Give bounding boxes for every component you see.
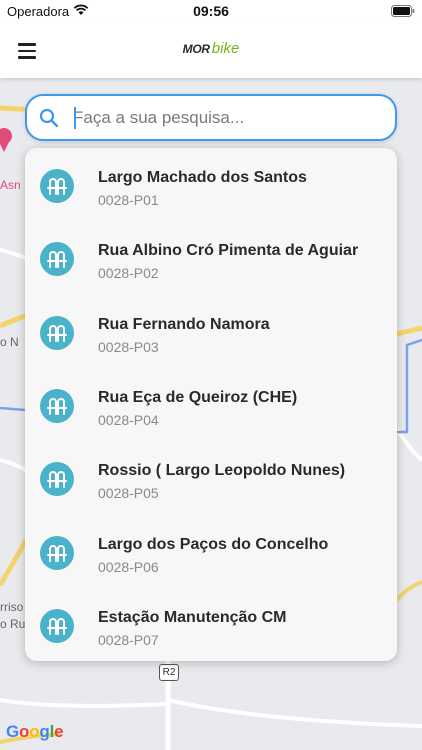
map-label: Asn: [0, 178, 21, 192]
result-name: Rua Fernando Namora: [98, 315, 270, 333]
status-time: 09:56: [193, 3, 229, 19]
result-name: Rua Albino Cró Pimenta de Aguiar: [98, 242, 359, 260]
result-item-6[interactable]: Largo dos Paços do Concelho 0028-P06: [25, 519, 397, 592]
result-item-5[interactable]: Rossio ( Largo Leopoldo Nunes) 0028-P05: [25, 445, 397, 518]
result-name: Largo dos Paços do Concelho: [98, 535, 329, 553]
bike-rack-icon: [40, 315, 74, 350]
result-code: 0028-P07: [98, 631, 159, 648]
bike-rack-icon: [40, 462, 74, 497]
logo-letter: G: [6, 722, 20, 741]
bike-rack-icon: [40, 242, 74, 277]
brand-logo: MOR bike: [0, 40, 422, 57]
result-item-4[interactable]: Rua Eça de Queiroz (CHE) 0028-P04: [25, 372, 397, 445]
result-item-1[interactable]: Largo Machado dos Santos 0028-P01: [25, 152, 397, 225]
result-code: 0028-P01: [98, 192, 159, 208]
result-name: Rua Eça de Queiroz (CHE): [98, 388, 298, 406]
google-logo: Google: [6, 722, 64, 742]
logo-letter: e: [54, 722, 64, 741]
bike-rack-icon: [40, 608, 74, 643]
result-item-7[interactable]: Estação Manutenção CM 0028-P07: [25, 592, 397, 661]
result-name: Estação Manutenção CM: [98, 608, 287, 626]
logo-letter: o: [29, 722, 40, 741]
bike-rack-icon: [40, 388, 74, 423]
search-results: Largo Machado dos Santos 0028-P01 Rua Al…: [25, 148, 397, 661]
result-code: 0028-P03: [98, 338, 159, 355]
brand-logo-bike: bike: [211, 40, 240, 57]
logo-letter: o: [19, 722, 30, 741]
map-label: o N: [0, 335, 19, 349]
search-input[interactable]: [73, 104, 383, 132]
logo-letter: g: [39, 722, 50, 741]
search-icon: [39, 108, 59, 128]
road-shield: R2: [159, 664, 179, 681]
result-code: 0028-P04: [98, 411, 159, 428]
result-name: Largo Machado dos Santos: [98, 169, 307, 186]
result-name: Rossio ( Largo Leopoldo Nunes): [98, 462, 346, 480]
bike-rack-icon: [40, 169, 74, 203]
search-box[interactable]: [25, 94, 397, 141]
result-item-3[interactable]: Rua Fernando Namora 0028-P03: [25, 299, 397, 372]
map-label: rriso: [0, 600, 24, 614]
battery-icon: [391, 5, 415, 17]
result-code: 0028-P02: [98, 265, 159, 282]
text-cursor: [74, 107, 76, 129]
result-code: 0028-P05: [98, 485, 159, 502]
brand-logo-mor: MOR: [182, 42, 210, 56]
result-item-2[interactable]: Rua Albino Cró Pimenta de Aguiar 0028-P0…: [25, 225, 397, 298]
result-code: 0028-P06: [98, 558, 159, 575]
status-bar: Operadora 09:56: [0, 0, 422, 24]
app-header: MOR bike: [0, 24, 422, 78]
map-label: o Ru: [0, 617, 26, 631]
bike-rack-icon: [40, 535, 74, 570]
